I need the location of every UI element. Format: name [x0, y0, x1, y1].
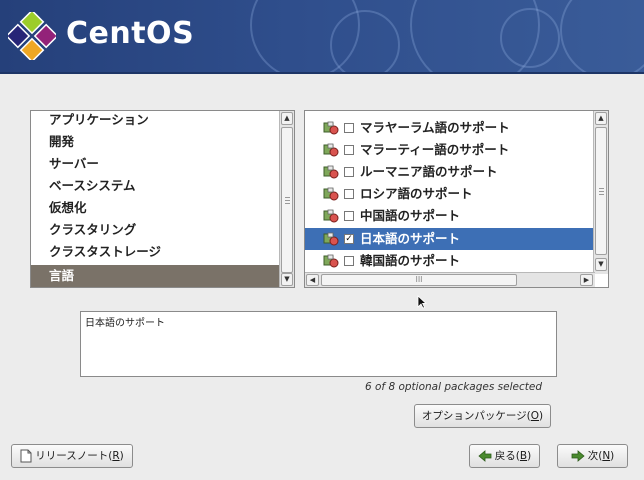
button-suffix: ) — [539, 410, 544, 422]
package-list-vscrollbar[interactable]: ▲ ▼ — [593, 111, 608, 274]
grip-line — [285, 203, 290, 204]
document-icon — [20, 449, 32, 463]
group-item-development[interactable]: 開発 — [31, 131, 281, 153]
mnemonic: N — [602, 450, 611, 462]
scroll-up-arrow-icon[interactable]: ▲ — [595, 112, 607, 125]
package-checkbox[interactable] — [344, 189, 354, 199]
scroll-down-arrow-icon[interactable]: ▼ — [281, 273, 293, 286]
package-label: ルーマニア語のサポート — [360, 164, 498, 179]
scroll-right-arrow-icon[interactable]: ▶ — [580, 274, 593, 286]
package-checkbox[interactable] — [344, 211, 354, 221]
selection-status: 6 of 8 optional packages selected — [364, 381, 542, 393]
language-package-icon — [323, 143, 339, 157]
back-button[interactable]: 戻る(B) — [469, 444, 540, 468]
package-checkbox-checked[interactable]: ✓ — [344, 234, 354, 244]
package-label: マラヤーラム語のサポート — [360, 120, 510, 135]
package-item[interactable]: ロシア語のサポート — [305, 183, 595, 205]
centos-logo-icon — [8, 12, 56, 60]
grip-line — [599, 194, 604, 195]
package-item-selected[interactable]: ✓ 日本語のサポート — [305, 228, 595, 250]
language-package-icon — [323, 121, 339, 135]
scrollbar-thumb[interactable] — [281, 127, 293, 273]
scroll-left-arrow-icon[interactable]: ◀ — [306, 274, 319, 286]
banner-swirl — [560, 0, 644, 72]
language-package-icon — [323, 254, 339, 268]
scroll-down-arrow-icon[interactable]: ▼ — [595, 258, 607, 271]
scroll-up-arrow-icon[interactable]: ▲ — [281, 112, 293, 125]
group-list-scrollbar[interactable]: ▲ ▼ — [279, 111, 294, 287]
group-item-cluster-storage[interactable]: クラスタストレージ — [31, 241, 281, 263]
language-package-icon — [323, 187, 339, 201]
package-list[interactable]: マラヤーラム語のサポート マラーティー語のサポート ルーマニア語のサポート ロシ… — [304, 110, 609, 288]
package-list-hscrollbar[interactable]: ◀ III ▶ — [305, 272, 595, 287]
package-item[interactable]: 中国語のサポート — [305, 205, 595, 227]
package-label: ロシア語のサポート — [360, 186, 473, 201]
package-label: 韓国語のサポート — [360, 253, 461, 268]
banner-swirl — [500, 8, 560, 68]
grip-line — [599, 191, 604, 192]
package-item[interactable]: マラーティー語のサポート — [305, 139, 595, 161]
optional-packages-button[interactable]: オプションパッケージ(O) — [414, 404, 551, 428]
mouse-pointer-icon — [417, 295, 427, 309]
button-suffix: ) — [610, 450, 615, 462]
button-label: 次( — [587, 450, 603, 462]
release-notes-button[interactable]: リリースノート(R) — [11, 444, 133, 468]
language-package-icon — [323, 165, 339, 179]
scrollbar-thumb[interactable]: III — [321, 274, 517, 286]
button-suffix: ) — [527, 450, 532, 462]
group-item-clustering[interactable]: クラスタリング — [31, 219, 281, 241]
logo-text: CentOS — [66, 16, 195, 51]
grip-line — [285, 197, 290, 198]
right-arrow-icon — [571, 450, 585, 462]
package-group-list[interactable]: アプリケーション 開発 サーバー ベースシステム 仮想化 クラスタリング クラス… — [30, 110, 295, 288]
banner-swirl — [330, 10, 400, 72]
grip-line — [285, 200, 290, 201]
button-label: オプションパッケージ( — [421, 410, 531, 422]
next-button[interactable]: 次(N) — [557, 444, 628, 468]
package-item[interactable]: ルーマニア語のサポート — [305, 161, 595, 183]
button-label: 戻る( — [494, 450, 520, 462]
package-checkbox[interactable] — [344, 123, 354, 133]
mnemonic: O — [530, 410, 540, 422]
package-checkbox[interactable] — [344, 145, 354, 155]
button-label: リリースノート( — [35, 450, 113, 462]
language-package-icon — [323, 209, 339, 223]
package-label: マラーティー語のサポート — [360, 142, 510, 157]
left-arrow-icon — [478, 450, 492, 462]
grip-line — [599, 188, 604, 189]
package-item[interactable]: 韓国語のサポート — [305, 250, 595, 272]
package-label: 中国語のサポート — [360, 208, 461, 223]
group-item-virtualization[interactable]: 仮想化 — [31, 197, 281, 219]
mnemonic: R — [112, 450, 120, 462]
button-suffix: ) — [119, 450, 124, 462]
language-package-icon — [323, 232, 339, 246]
header-banner: CentOS — [0, 0, 644, 74]
package-checkbox[interactable] — [344, 256, 354, 266]
group-item-applications[interactable]: アプリケーション — [31, 111, 281, 131]
group-item-base-system[interactable]: ベースシステム — [31, 175, 281, 197]
package-label: 日本語のサポート — [360, 231, 461, 246]
package-item[interactable]: マラヤーラム語のサポート — [305, 117, 595, 139]
scrollbar-thumb[interactable] — [595, 127, 607, 255]
package-checkbox[interactable] — [344, 167, 354, 177]
group-item-languages[interactable]: 言語 — [31, 265, 281, 287]
package-description: 日本語のサポート — [80, 311, 557, 377]
group-item-servers[interactable]: サーバー — [31, 153, 281, 175]
